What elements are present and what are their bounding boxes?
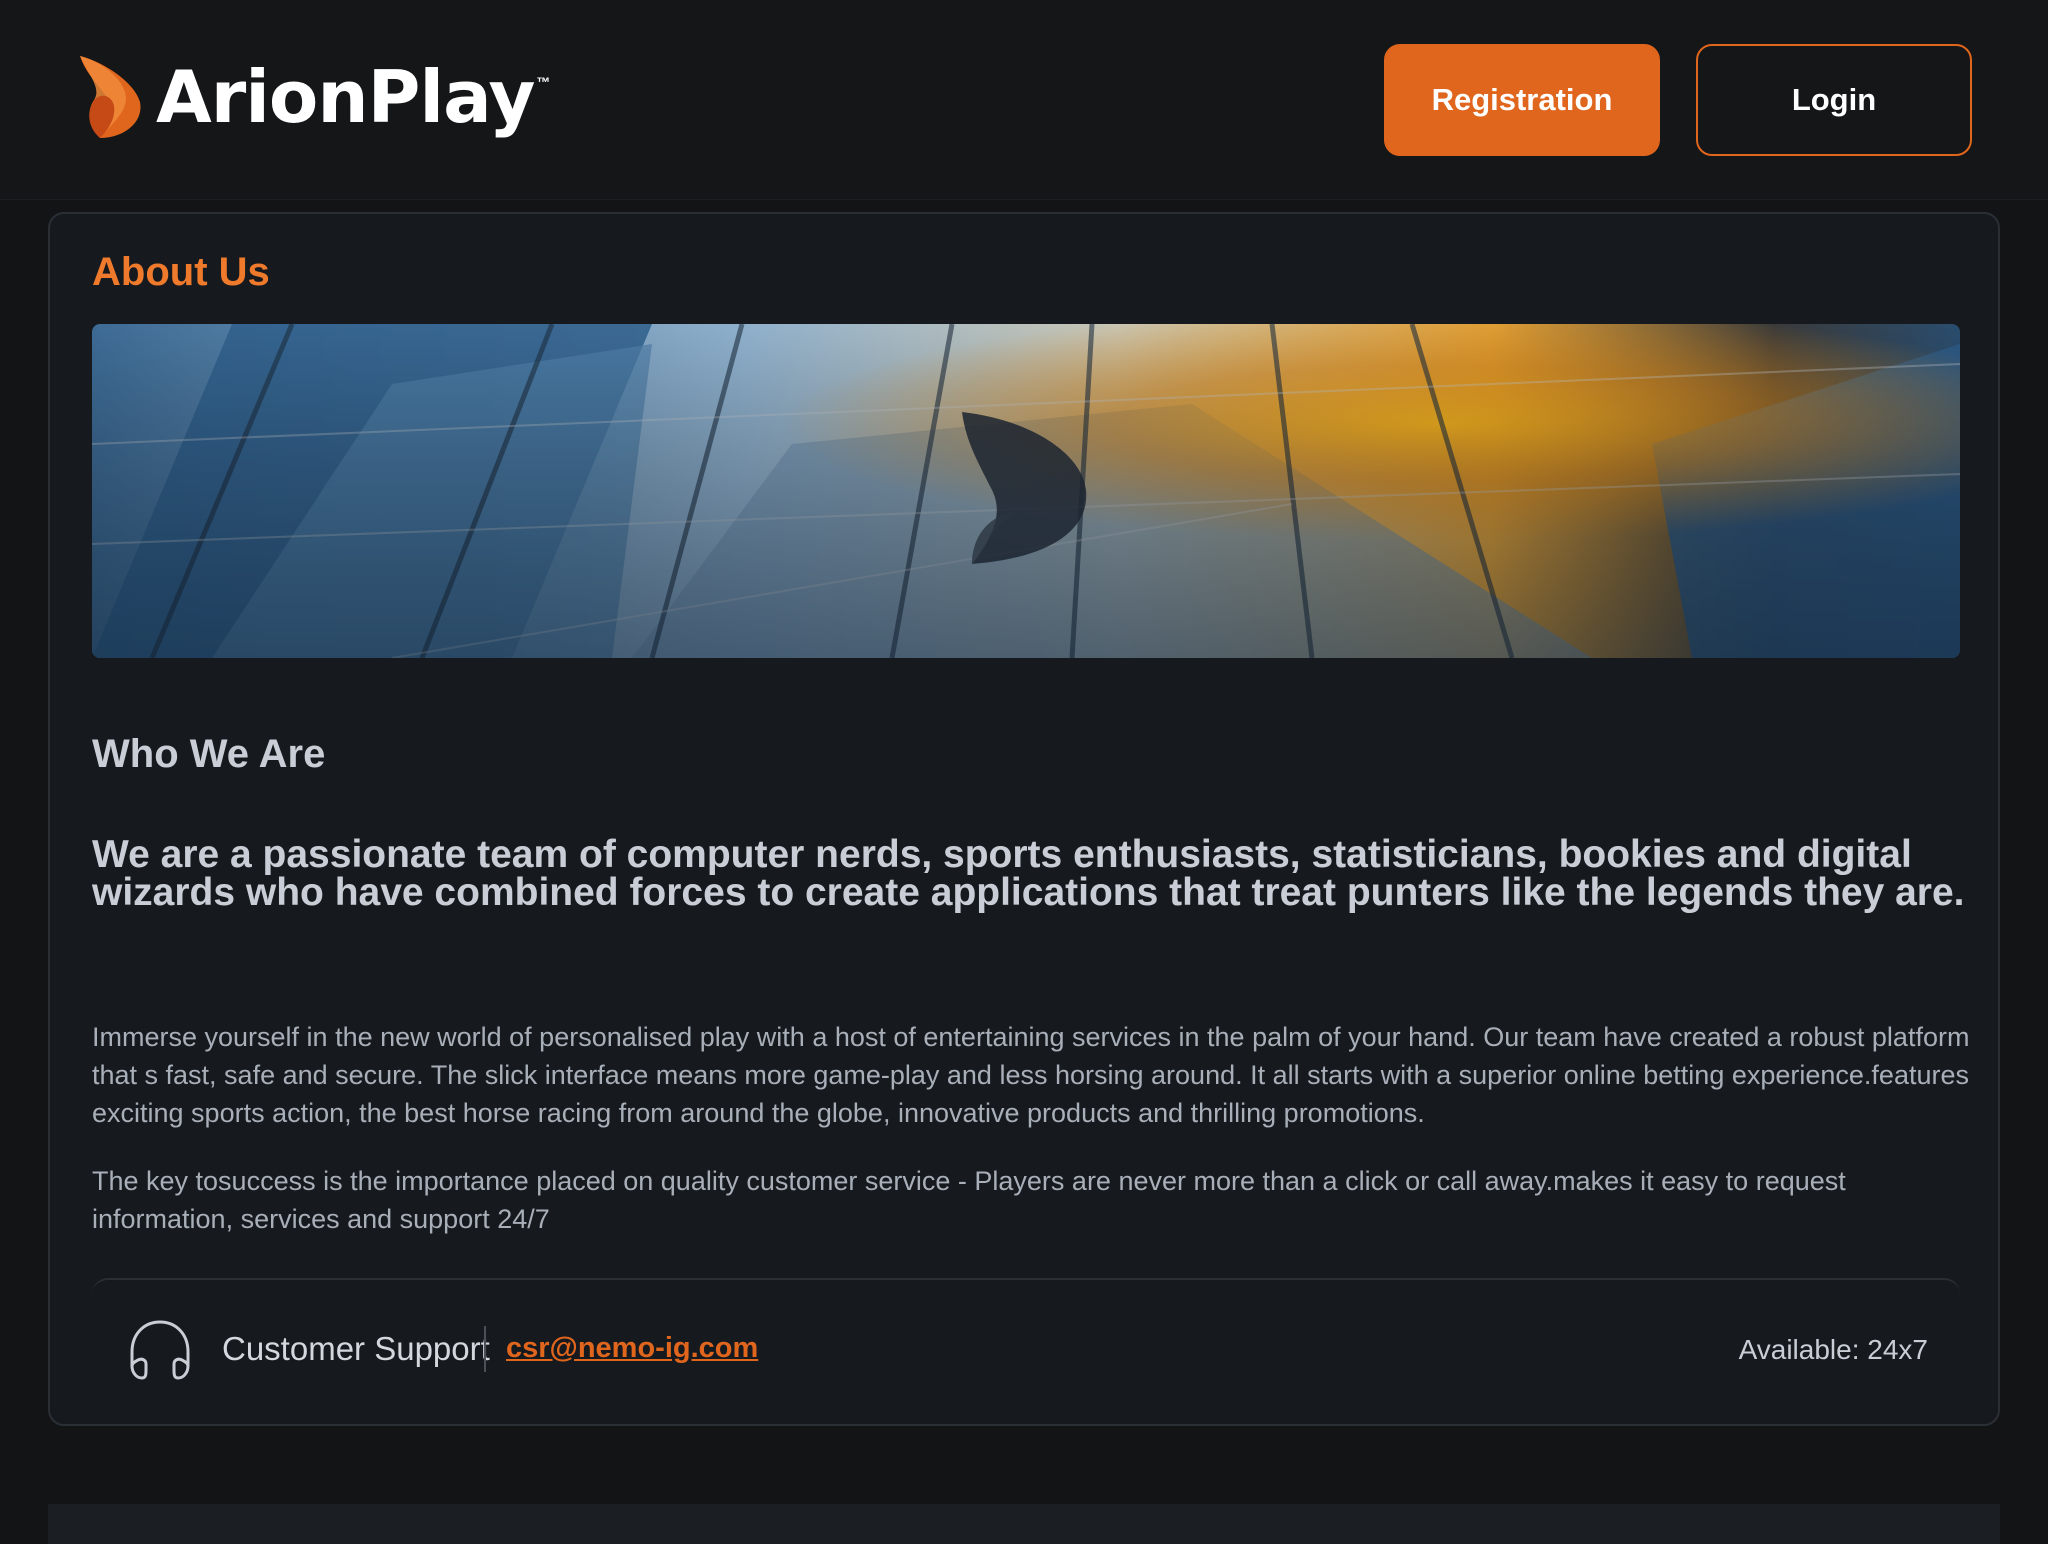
about-card: About Us Who We Are We are a passionate … xyxy=(48,212,2000,1426)
site-header: ArionPlay ™ Registration Login xyxy=(0,0,2048,200)
trademark-symbol: ™ xyxy=(536,74,551,90)
footer-strip xyxy=(48,1504,2000,1544)
arionplay-logo[interactable]: ArionPlay ™ xyxy=(74,52,550,142)
support-divider xyxy=(484,1326,486,1372)
customer-support-bar: Customer Support csr@nemo-ig.com Availab… xyxy=(92,1278,1960,1406)
support-availability: Available: 24x7 xyxy=(1738,1334,1928,1365)
page-title: About Us xyxy=(92,250,270,294)
section-heading: Who We Are xyxy=(92,732,326,776)
arionplay-logo-icon xyxy=(80,56,141,138)
support-label: Customer Support xyxy=(222,1330,490,1367)
lead-statement: We are a passionate team of computer ner… xyxy=(92,833,1965,914)
about-paragraph-2: The key tosuccess is the importance plac… xyxy=(92,1166,1846,1234)
about-paragraph-1: Immerse yourself in the new world of per… xyxy=(92,1022,1970,1128)
registration-button[interactable]: Registration xyxy=(1384,44,1660,156)
logo-wordmark: ArionPlay xyxy=(156,55,535,139)
login-button[interactable]: Login xyxy=(1696,44,1972,156)
support-email-link[interactable]: csr@nemo-ig.com xyxy=(506,1332,758,1365)
headset-icon xyxy=(130,1320,190,1380)
about-banner-image xyxy=(92,324,1960,658)
